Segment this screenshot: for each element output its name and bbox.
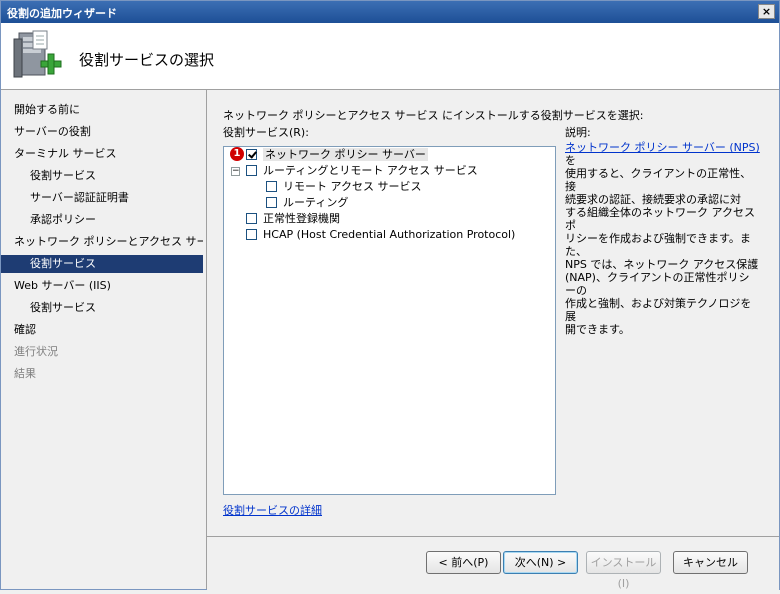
- role-services-tree[interactable]: 1 ネットワーク ポリシー サーバー − ルーティングとリモート アクセス サー…: [223, 146, 556, 495]
- tree-item-label: リモート アクセス サービス: [283, 180, 422, 193]
- wizard-window: 役割の追加ウィザード × 役割サービスの選択 開始する前に サーバーの役割 ター…: [0, 0, 780, 590]
- tree-item-routing-remote-access[interactable]: ルーティングとリモート アクセス サービス: [246, 163, 478, 179]
- service-description: ネットワーク ポリシー サーバー (NPS) を 使用すると、クライアントの正常…: [565, 141, 760, 336]
- next-button[interactable]: 次へ(N) >: [503, 551, 578, 574]
- checkbox-routing-remote-access[interactable]: [246, 164, 257, 176]
- nav-item-progress: 進行状況: [14, 345, 58, 358]
- description-line: する組織全体のネットワーク アクセス ポ: [565, 206, 755, 232]
- tree-item-label: ネットワーク ポリシー サーバー: [263, 148, 428, 161]
- wizard-footer: < 前へ(P) 次へ(N) > インストール(I) キャンセル: [207, 536, 779, 590]
- instruction-text: ネットワーク ポリシーとアクセス サービス にインストールする役割サービスを選択…: [223, 109, 644, 122]
- nav-item-authorization-policy[interactable]: 承認ポリシー: [1, 211, 203, 229]
- collapse-icon[interactable]: −: [231, 167, 240, 176]
- nav-item-before-you-begin[interactable]: 開始する前に: [1, 101, 203, 119]
- window-title: 役割の追加ウィザード: [7, 7, 117, 20]
- description-label: 説明:: [565, 126, 591, 139]
- nps-description-link[interactable]: ネットワーク ポリシー サーバー (NPS): [565, 141, 760, 154]
- checkbox-nps[interactable]: [246, 148, 257, 160]
- description-line: を: [565, 154, 576, 167]
- nav-item-web-server-iis[interactable]: Web サーバー (IIS): [1, 277, 203, 295]
- description-line: 使用すると、クライアントの正常性、接: [565, 167, 752, 193]
- tree-item-label: 正常性登録機関: [263, 212, 340, 225]
- close-button[interactable]: ×: [758, 4, 775, 19]
- nav-item-network-policy-access[interactable]: ネットワーク ポリシーとアクセス サービ…: [1, 233, 203, 251]
- tree-item-hcap[interactable]: HCAP (Host Credential Authorization Prot…: [246, 227, 515, 243]
- back-button[interactable]: < 前へ(P): [426, 551, 501, 574]
- main-panel: ネットワーク ポリシーとアクセス サービス にインストールする役割サービスを選択…: [207, 90, 779, 536]
- checkbox-health-registration-authority[interactable]: [246, 212, 257, 224]
- tree-item-remote-access-service[interactable]: リモート アクセス サービス: [266, 179, 421, 195]
- role-services-label: 役割サービス(R):: [223, 126, 309, 139]
- description-line: 続要求の認証、接続要求の承認に対: [565, 193, 741, 206]
- description-line: (NAP)、クライアントの正常性ポリシーの: [565, 271, 750, 297]
- server-add-icon: [13, 30, 62, 78]
- nav-item-terminal-services[interactable]: ターミナル サービス: [1, 145, 203, 163]
- nav-item-results: 結果: [14, 367, 36, 380]
- nav-item-ts-role-services[interactable]: 役割サービス: [1, 167, 203, 185]
- nav-item-server-roles[interactable]: サーバーの役割: [1, 123, 203, 141]
- nav-item-iis-role-services[interactable]: 役割サービス: [1, 299, 203, 317]
- tree-item-health-registration-authority[interactable]: 正常性登録機関: [246, 211, 340, 227]
- wizard-nav: 開始する前に サーバーの役割 ターミナル サービス 役割サービス サーバー認証証…: [1, 90, 207, 589]
- checkbox-routing[interactable]: [266, 196, 277, 208]
- checkbox-remote-access-service[interactable]: [266, 180, 277, 192]
- cancel-button[interactable]: キャンセル: [673, 551, 748, 574]
- description-line: リシーを作成および強制できます。また、: [565, 232, 751, 258]
- wizard-header: 役割サービスの選択: [1, 23, 779, 90]
- tree-item-routing[interactable]: ルーティング: [266, 195, 348, 211]
- tree-item-label: ルーティング: [283, 196, 349, 209]
- page-title: 役割サービスの選択: [79, 51, 215, 69]
- checkbox-hcap[interactable]: [246, 228, 257, 240]
- description-line: 開できます。: [565, 323, 630, 336]
- nav-item-confirmation[interactable]: 確認: [1, 321, 203, 339]
- callout-badge: 1: [230, 147, 244, 161]
- description-line: NPS では、ネットワーク アクセス保護: [565, 258, 759, 271]
- tree-item-nps[interactable]: ネットワーク ポリシー サーバー: [246, 147, 428, 163]
- description-line: 作成と強制、および対策テクノロジを展: [565, 297, 752, 323]
- role-services-details-link[interactable]: 役割サービスの詳細: [223, 502, 322, 518]
- install-button: インストール(I): [586, 551, 661, 590]
- nav-item-nps-role-services[interactable]: 役割サービス: [1, 255, 203, 273]
- tree-item-label: HCAP (Host Credential Authorization Prot…: [263, 228, 516, 241]
- nav-item-server-auth-cert[interactable]: サーバー認証証明書: [1, 189, 203, 207]
- tree-item-label: ルーティングとリモート アクセス サービス: [263, 164, 478, 177]
- title-bar[interactable]: 役割の追加ウィザード ×: [1, 1, 779, 23]
